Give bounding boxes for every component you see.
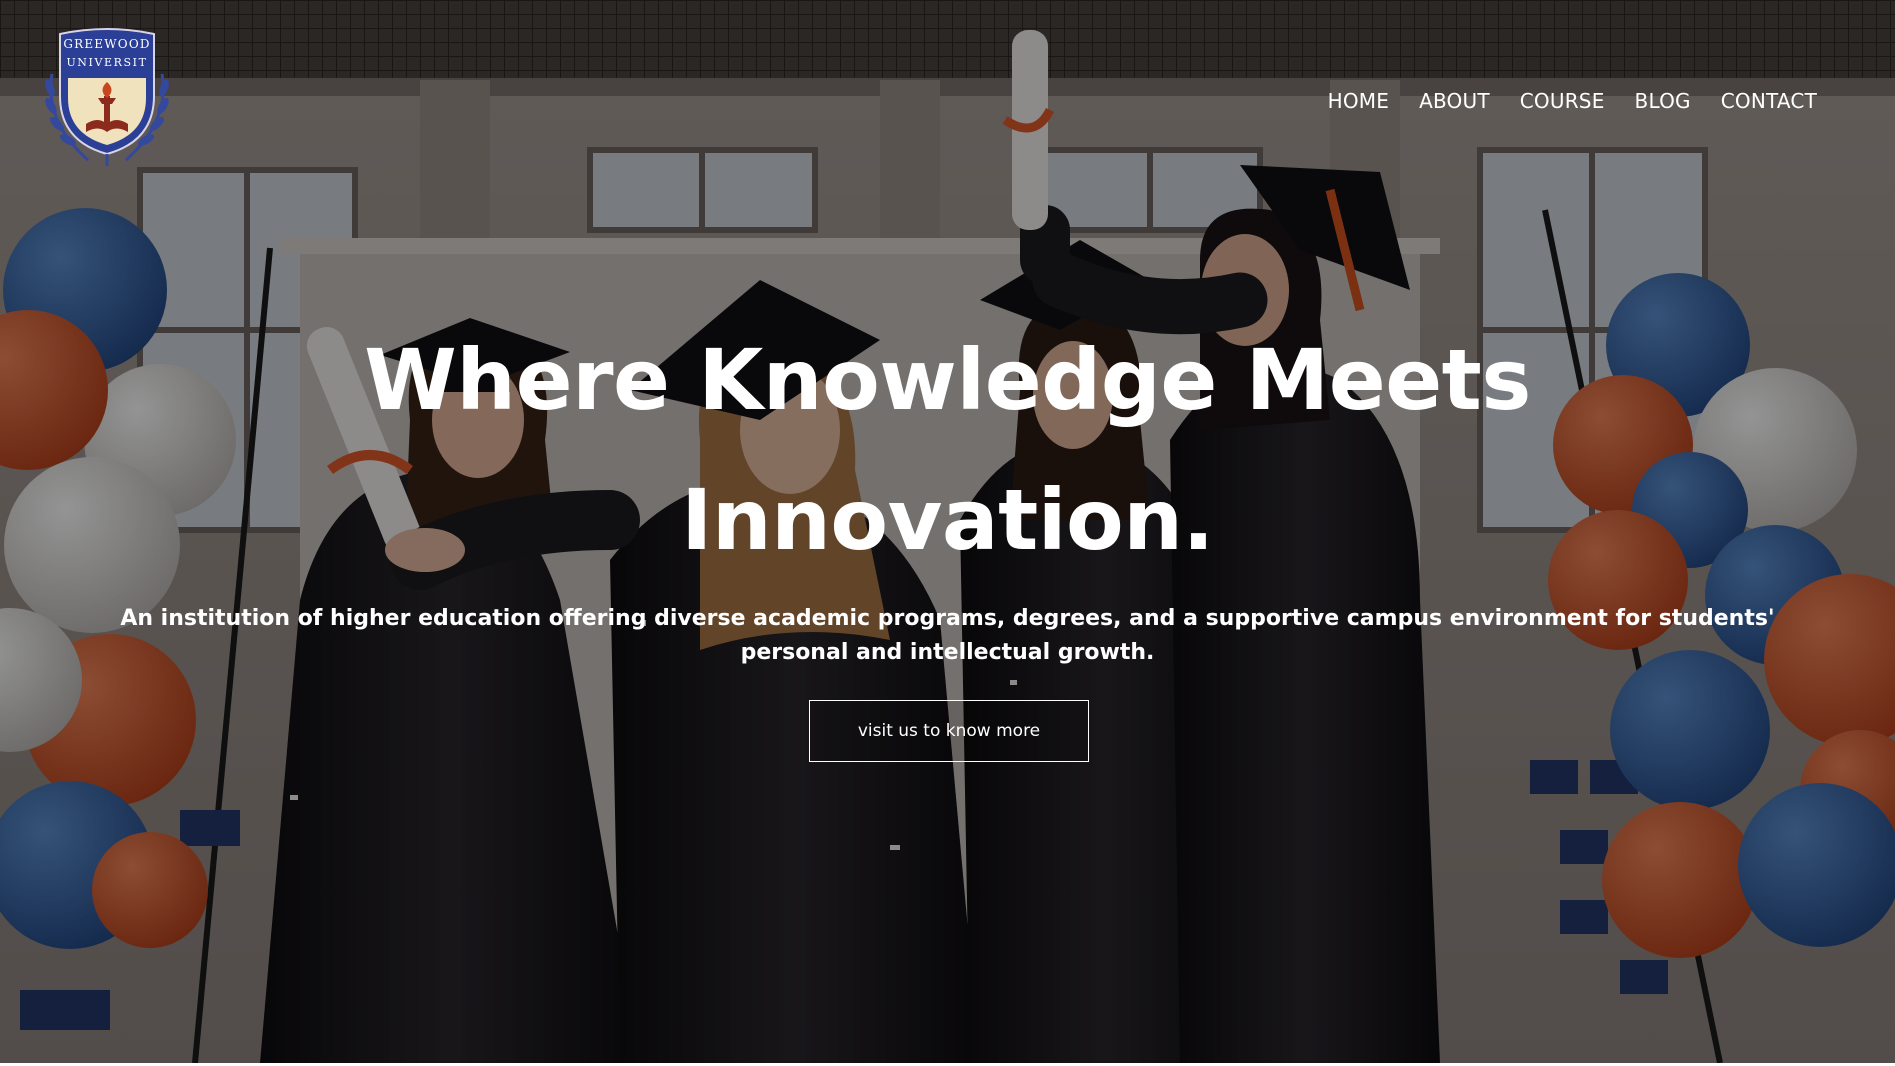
hero-headline: Where Knowledge Meets Innovation. [300,310,1595,590]
nav-blog[interactable]: BLOG [1635,86,1691,116]
hero-headline-line1: Where Knowledge Meets [364,331,1531,429]
nav-home[interactable]: HOME [1328,86,1389,116]
logo-text-line2: UNIVERSIT [66,56,148,69]
university-logo[interactable]: GREEWOOD UNIVERSIT [38,26,176,172]
main-navigation: HOME ABOUT COURSE BLOG CONTACT [1328,86,1817,116]
nav-course[interactable]: COURSE [1520,86,1605,116]
hero-subtitle: An institution of higher education offer… [120,606,1775,665]
nav-about[interactable]: ABOUT [1419,86,1490,116]
logo-text-line1: GREEWOOD [63,37,151,51]
visit-us-button[interactable]: visit us to know more [809,700,1089,762]
nav-contact[interactable]: CONTACT [1721,86,1817,116]
hero-headline-line2: Innovation. [681,471,1214,569]
hero-section: GREEWOOD UNIVERSIT HOME ABOUT COURSE BLO… [0,0,1895,1063]
